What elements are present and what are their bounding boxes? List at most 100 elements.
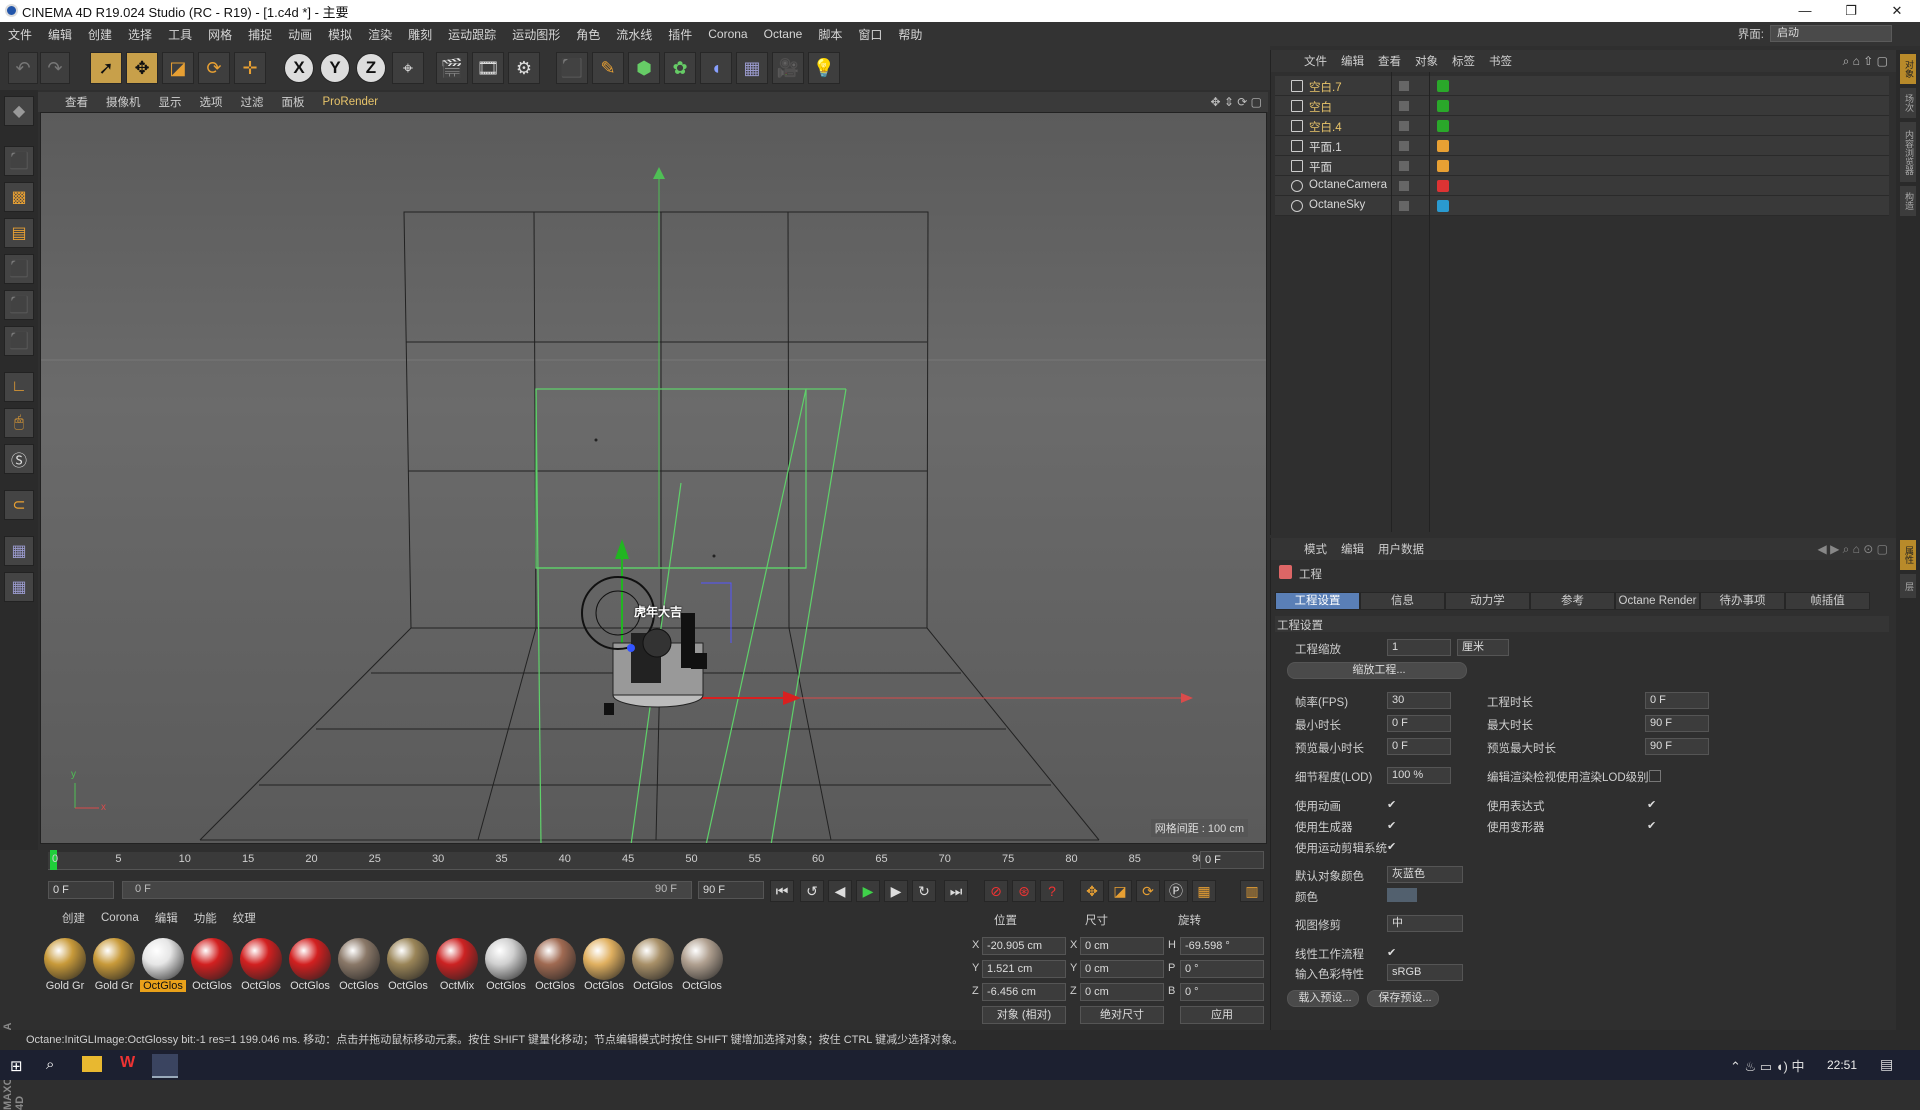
material-swatch[interactable]: Gold Gr [91, 936, 137, 1000]
attribute-nav-icons[interactable]: ◀ ▶ ⌕ ⌂ ⊙ ▢ [1818, 542, 1889, 557]
move-tool-icon[interactable]: ✥ [126, 52, 158, 84]
max-time-field[interactable]: 90 F [1645, 715, 1709, 732]
redo-button[interactable]: ↷ [40, 52, 70, 84]
scale-project-button[interactable]: 缩放工程... [1287, 662, 1467, 679]
menu-animate[interactable]: 动画 [280, 26, 320, 43]
maximize-button[interactable]: ❐ [1828, 0, 1874, 22]
step-forward-button[interactable]: ▶ [884, 880, 908, 902]
timeline-ruler[interactable]: 0 5 10 15 20 25 30 35 40 45 50 55 60 65 70 75 80 85 90 0 F [40, 846, 1268, 874]
object-tag-icon[interactable] [1437, 200, 1449, 212]
camera-icon[interactable]: 🎥 [772, 52, 804, 84]
edge-tab-takes[interactable]: 场次 [1900, 88, 1916, 118]
material-swatch[interactable]: OctGlos [140, 936, 186, 1000]
material-swatch[interactable]: Gold Gr [42, 936, 88, 1000]
object-tag-icon[interactable] [1437, 160, 1449, 172]
material-swatch[interactable]: OctGlos [287, 936, 333, 1000]
viewport-menu-display[interactable]: 显示 [150, 94, 191, 110]
object-tag-icon[interactable] [1437, 80, 1449, 92]
rotate-tool-icon[interactable]: ⟳ [198, 52, 230, 84]
rot-p-field[interactable]: 0 ° [1180, 960, 1264, 978]
edge-tab-attributes[interactable]: 属性 [1900, 540, 1916, 570]
object-row[interactable]: 平面.1 [1275, 136, 1889, 156]
pos-z-field[interactable]: -6.456 cm [982, 983, 1066, 1001]
preview-max-field[interactable]: 90 F [1645, 738, 1709, 755]
default-color-select[interactable]: 灰蓝色 [1387, 866, 1463, 883]
solo-mode-icon[interactable]: Ⓢ [4, 444, 34, 474]
menu-plugins[interactable]: 插件 [660, 26, 700, 43]
select-tool-icon[interactable]: ➚ [90, 52, 122, 84]
fps-field[interactable]: 30 [1387, 692, 1451, 709]
tab-info[interactable]: 信息 [1360, 592, 1445, 610]
close-button[interactable]: ✕ [1874, 0, 1920, 22]
material-swatch[interactable]: OctGlos [483, 936, 529, 1000]
object-row[interactable]: OctaneCamera [1275, 176, 1889, 196]
size-y-field[interactable]: 0 cm [1080, 960, 1164, 978]
save-preset-button[interactable]: 保存预设... [1367, 990, 1439, 1007]
object-mode-icon[interactable]: ⬛ [4, 146, 34, 176]
edge-tab-layers[interactable]: 层 [1900, 574, 1916, 598]
key-position-button[interactable]: ✥ [1080, 880, 1104, 902]
render-view-icon[interactable]: 🎬 [436, 52, 468, 84]
live-select-icon[interactable]: ✛ [234, 52, 266, 84]
object-row[interactable]: 空白.7 [1275, 76, 1889, 96]
scale-tool-icon[interactable]: ◪ [162, 52, 194, 84]
object-tag-icon[interactable] [1437, 100, 1449, 112]
visibility-toggle-icon[interactable] [1399, 121, 1409, 131]
edge-tab-objects[interactable]: 对象 [1900, 54, 1916, 84]
attribute-menu-edit[interactable]: 编辑 [1334, 541, 1371, 557]
material-swatch[interactable]: OctGlos [238, 936, 284, 1000]
workplane-axis-icon[interactable]: ▦ [4, 572, 34, 602]
load-preset-button[interactable]: 载入预设... [1287, 990, 1359, 1007]
pos-y-field[interactable]: 1.521 cm [982, 960, 1066, 978]
viewport-nav-icons[interactable]: ✥ ⇕ ⟳ ▢ [1210, 95, 1262, 109]
menu-pipeline[interactable]: 流水线 [608, 26, 660, 43]
menu-character[interactable]: 角色 [568, 26, 608, 43]
material-swatch[interactable]: OctGlos [336, 936, 382, 1000]
object-tag-icon[interactable] [1437, 180, 1449, 192]
apply-button[interactable]: 应用 [1180, 1006, 1264, 1024]
max-frame-field[interactable]: 90 F [698, 881, 764, 899]
key-param-button[interactable]: Ⓟ [1164, 880, 1188, 902]
object-row[interactable]: 空白 [1275, 96, 1889, 116]
z-axis-lock-icon[interactable]: Z [356, 53, 386, 83]
color-swatch[interactable] [1387, 888, 1417, 902]
menu-motion-tracking[interactable]: 运动跟踪 [440, 26, 504, 43]
use-expression-checkbox[interactable]: ✔ [1647, 799, 1659, 811]
frame-range-slider[interactable]: 0 F 90 F [122, 881, 692, 899]
scale-unit-select[interactable]: 厘米 [1457, 639, 1509, 656]
render-picture-viewer-icon[interactable]: 🎞 [472, 52, 504, 84]
prev-key-button[interactable]: ↺ [800, 880, 824, 902]
menu-snap[interactable]: 捕捉 [240, 26, 280, 43]
start-icon[interactable]: ⊞ [10, 1057, 23, 1075]
cube-primitive-icon[interactable]: ⬛ [556, 52, 588, 84]
edge-tab-content-browser[interactable]: 内容浏览器 [1900, 122, 1916, 182]
tab-octane-render[interactable]: Octane Render [1615, 592, 1700, 610]
menu-file[interactable]: 文件 [0, 26, 40, 43]
object-menu-view[interactable]: 查看 [1371, 53, 1408, 69]
lod-render-checkbox[interactable] [1649, 770, 1661, 782]
scale-field[interactable]: 1 [1387, 639, 1451, 656]
size-z-field[interactable]: 0 cm [1080, 983, 1164, 1001]
keyframe-selection-button[interactable]: ? [1040, 880, 1064, 902]
material-swatch[interactable]: OctGlos [581, 936, 627, 1000]
workplane-icon[interactable]: ▤ [4, 218, 34, 248]
size-mode-select[interactable]: 绝对尺寸 [1080, 1006, 1164, 1024]
object-row[interactable]: OctaneSky [1275, 196, 1889, 216]
floor-icon[interactable]: ▦ [736, 52, 768, 84]
tab-reference[interactable]: 参考 [1530, 592, 1615, 610]
timeline-end-field[interactable]: 0 F [1200, 851, 1264, 869]
object-menu-objects[interactable]: 对象 [1408, 53, 1445, 69]
object-search-icons[interactable]: ⌕ ⌂ ⇧ ▢ [1843, 54, 1888, 69]
lock-workplane-icon[interactable]: ▦ [4, 536, 34, 566]
y-axis-lock-icon[interactable]: Y [320, 53, 350, 83]
rot-h-field[interactable]: -69.598 ° [1180, 937, 1264, 955]
wps-icon[interactable]: W [120, 1054, 135, 1072]
material-menu-function[interactable]: 功能 [186, 910, 225, 926]
render-settings-icon[interactable]: ⚙ [508, 52, 540, 84]
menu-mesh[interactable]: 网格 [200, 26, 240, 43]
tray-icons[interactable]: ⌃ ♨ ▭ ◖) 中 [1730, 1056, 1804, 1075]
object-menu-edit[interactable]: 编辑 [1334, 53, 1371, 69]
use-motion-checkbox[interactable]: ✔ [1387, 841, 1399, 853]
object-row[interactable]: 平面 [1275, 156, 1889, 176]
size-x-field[interactable]: 0 cm [1080, 937, 1164, 955]
